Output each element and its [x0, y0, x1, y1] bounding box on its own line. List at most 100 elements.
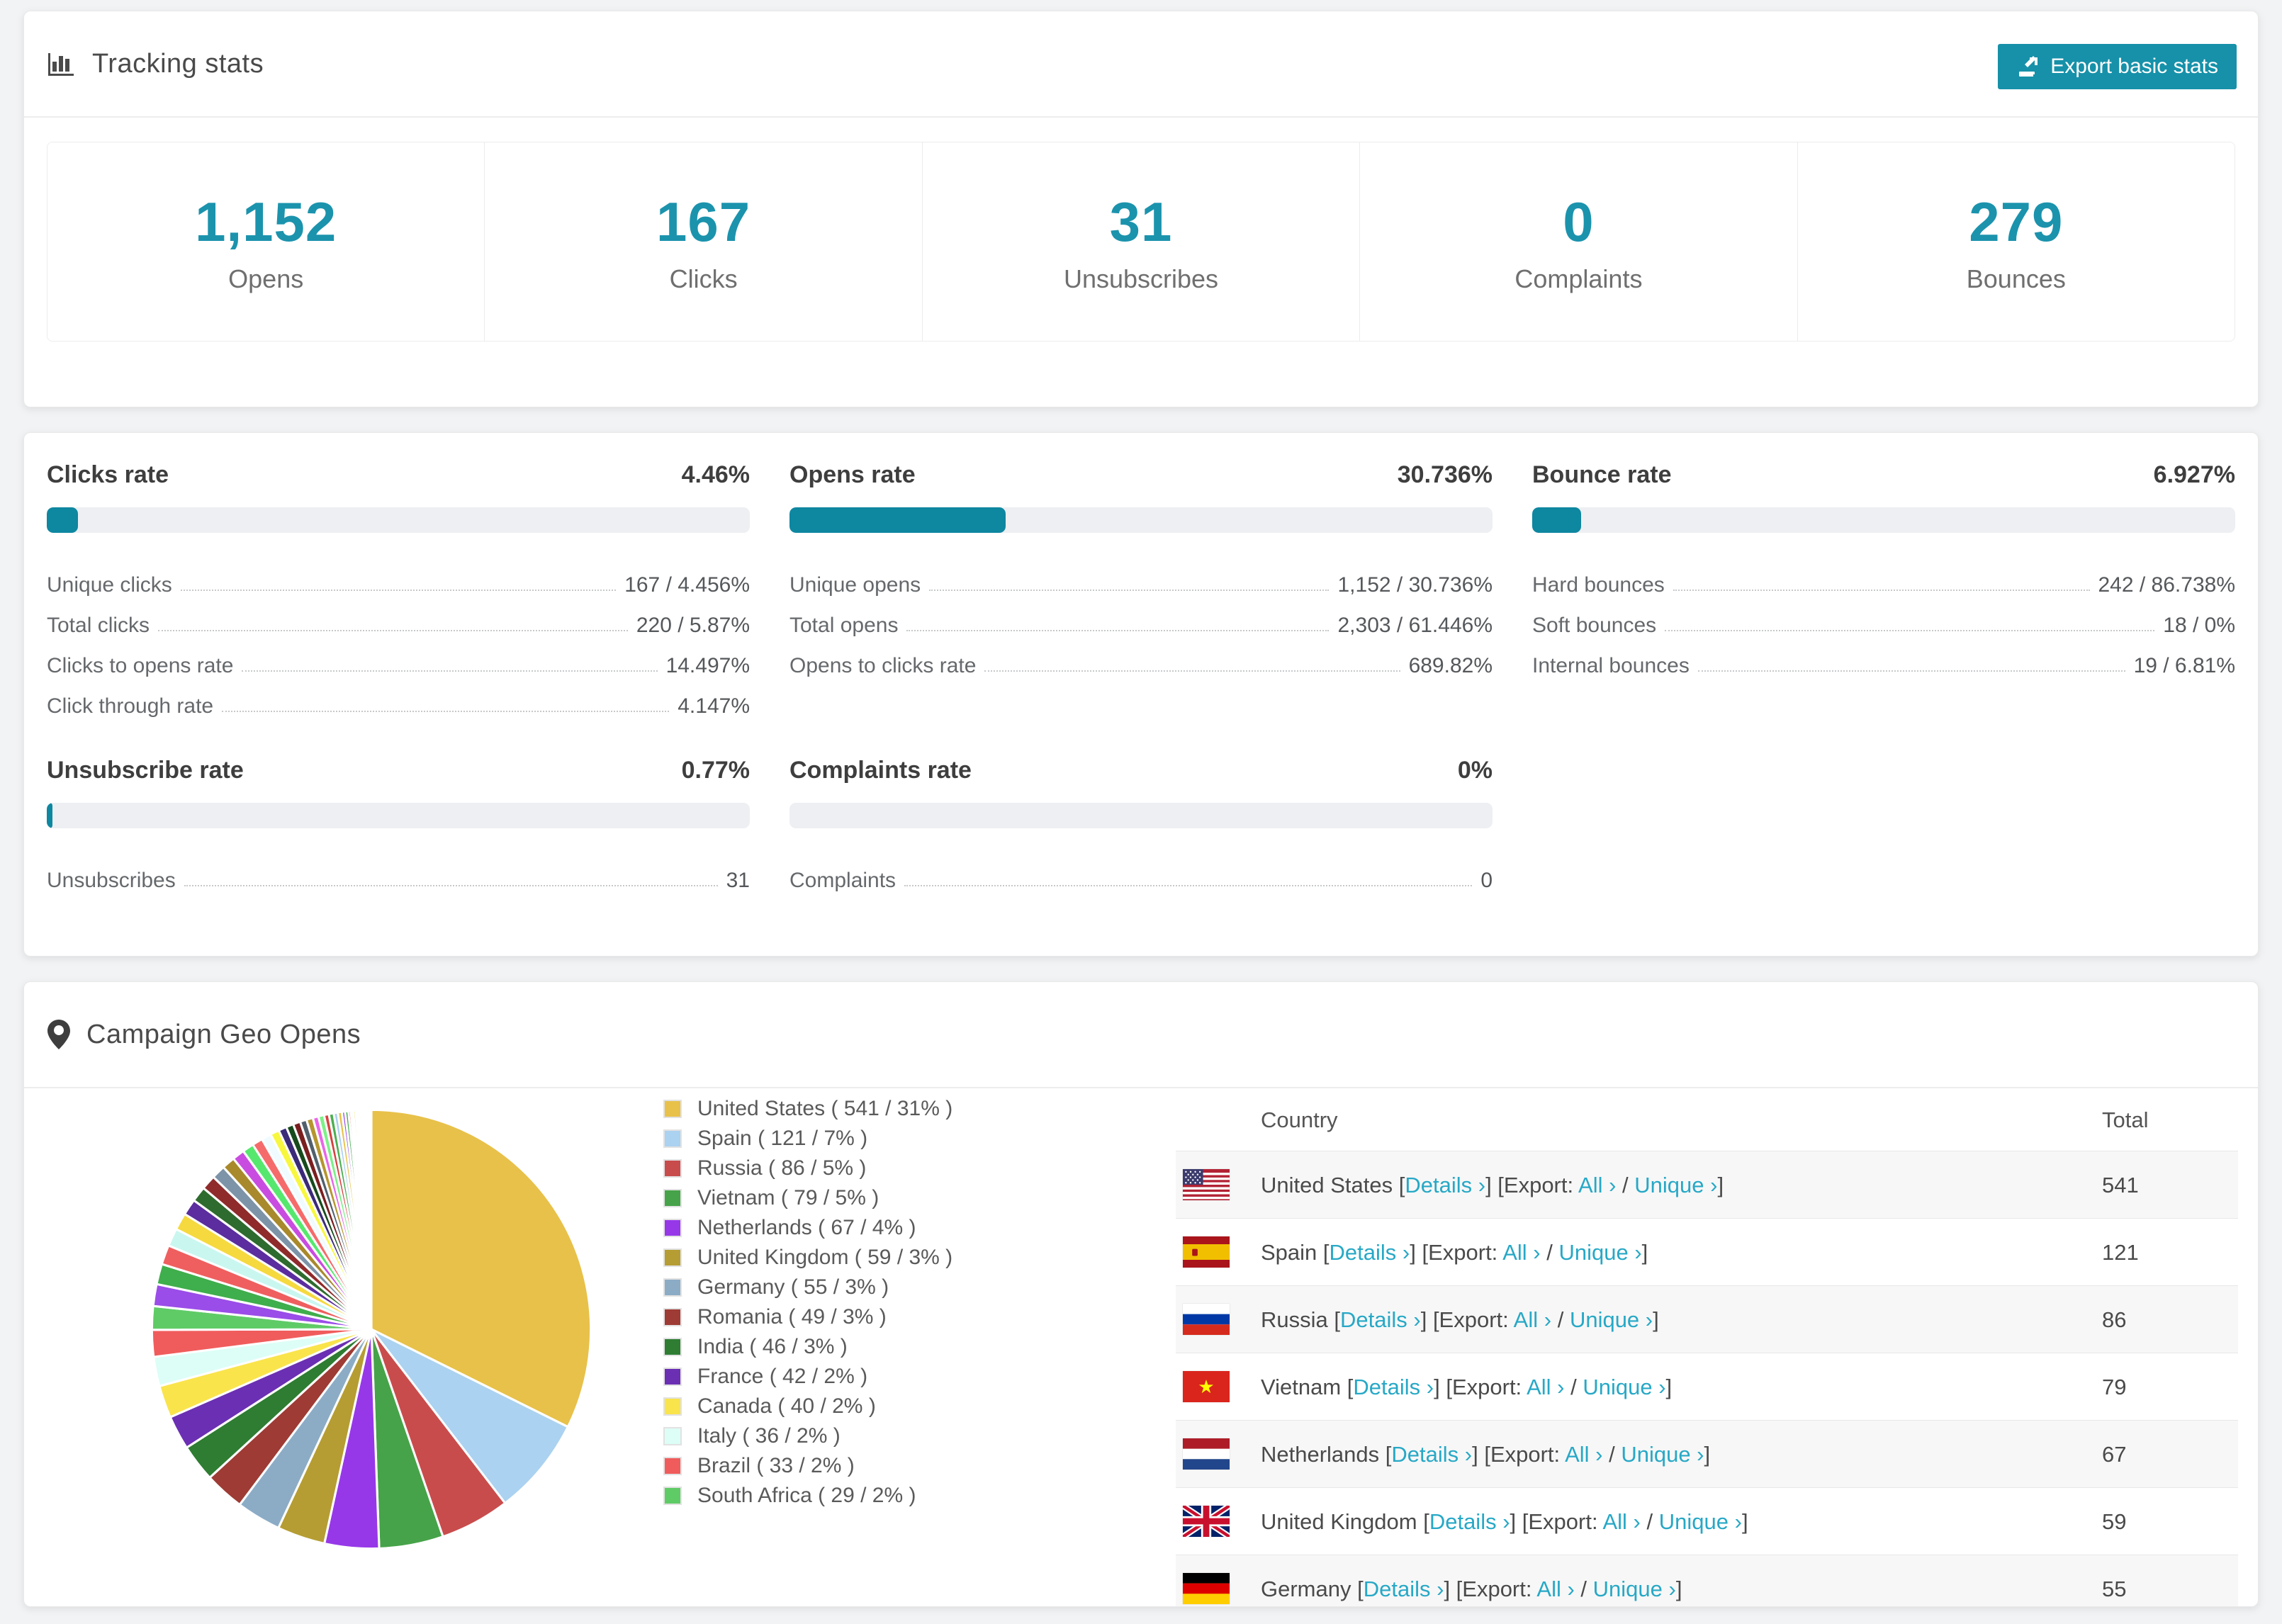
clicks-rate-title: Clicks rate — [47, 461, 169, 488]
complaints-count: 0 — [1563, 190, 1595, 253]
details-link[interactable]: Details › — [1330, 1240, 1410, 1265]
table-row-vietnam: Vietnam [Details ›] [Export: All › / Uni… — [1176, 1353, 2238, 1420]
stat-clicks: 167 Clicks — [485, 142, 923, 341]
legend-swatch — [663, 1457, 682, 1475]
campaign-geo-opens-panel: Campaign Geo Opens United States ( 541 /… — [23, 981, 2259, 1607]
detail-value: 242 / 86.738% — [2098, 573, 2236, 597]
clicks-label: Clicks — [669, 264, 738, 293]
legend-item: United Kingdom ( 59 / 3% ) — [663, 1243, 952, 1273]
detail-value: 2,303 / 61.446% — [1337, 614, 1493, 637]
dotted-leader — [184, 885, 718, 886]
bounce-rate-progressbar — [1532, 507, 2235, 533]
export-all-link[interactable]: All › — [1578, 1173, 1616, 1197]
dotted-leader — [904, 885, 1473, 886]
legend-label: United States ( 541 / 31% ) — [697, 1097, 953, 1120]
detail-label: Unsubscribes — [47, 869, 176, 892]
dotted-leader — [1697, 670, 2125, 672]
country-name: Spain — [1261, 1240, 1317, 1265]
unsubscribes-count: 31 — [1109, 190, 1173, 253]
country-name: Netherlands — [1261, 1442, 1380, 1467]
legend-label: Italy ( 36 / 2% ) — [697, 1424, 841, 1448]
export-all-link[interactable]: All › — [1514, 1307, 1551, 1332]
export-unique-link[interactable]: Unique › — [1583, 1375, 1665, 1399]
dotted-leader — [158, 630, 628, 631]
export-unique-link[interactable]: Unique › — [1593, 1577, 1676, 1601]
russia-flag-icon — [1183, 1304, 1230, 1335]
export-icon — [2016, 55, 2040, 79]
bounce-rate-title: Bounce rate — [1532, 461, 1672, 488]
legend-label: Netherlands ( 67 / 4% ) — [697, 1216, 916, 1239]
dotted-leader — [1673, 590, 2090, 591]
stat-complaints: 0 Complaints — [1360, 142, 1798, 341]
legend-item: Germany ( 55 / 3% ) — [663, 1273, 952, 1302]
complaints-rate-title: Complaints rate — [789, 757, 972, 784]
export-unique-link[interactable]: Unique › — [1634, 1173, 1717, 1197]
total-value: 67 — [2102, 1442, 2127, 1467]
table-row-united-kingdom: United Kingdom [Details ›] [Export: All … — [1176, 1487, 2238, 1555]
opens-label: Opens — [228, 264, 304, 293]
export-all-link[interactable]: All › — [1502, 1240, 1540, 1265]
opens-rate-block: Opens rate 30.736% Unique opens 1,152 / 3… — [789, 461, 1493, 718]
legend-item: Vietnam ( 79 / 5% ) — [663, 1183, 952, 1213]
legend-swatch — [663, 1308, 682, 1326]
export-unique-link[interactable]: Unique › — [1558, 1240, 1641, 1265]
total-value: 59 — [2102, 1509, 2127, 1534]
export-all-link[interactable]: All › — [1565, 1442, 1602, 1467]
detail-label: Total opens — [789, 614, 899, 637]
legend-label: Germany ( 55 / 3% ) — [697, 1275, 889, 1299]
detail-value: 689.82% — [1408, 654, 1493, 677]
total-column-header: Total — [2102, 1107, 2149, 1132]
table-row-spain: Spain [Details ›] [Export: All › / Uniqu… — [1176, 1218, 2238, 1285]
country-name: United States — [1261, 1173, 1393, 1197]
export-all-link[interactable]: All › — [1527, 1375, 1564, 1399]
detail-label: Internal bounces — [1532, 654, 1690, 677]
legend-label: Canada ( 40 / 2% ) — [697, 1394, 876, 1418]
united-kingdom-flag-icon — [1183, 1506, 1230, 1537]
details-link[interactable]: Details › — [1391, 1442, 1472, 1467]
map-pin-icon — [47, 1019, 71, 1050]
details-link[interactable]: Details › — [1340, 1307, 1421, 1332]
tracking-stats-header: Tracking stats Export basic stats — [24, 11, 2258, 118]
legend-label: South Africa ( 29 / 2% ) — [697, 1484, 916, 1507]
rates-panel: Clicks rate 4.46% Unique clicks 167 / 4.4… — [23, 432, 2259, 957]
country-name: Russia — [1261, 1307, 1328, 1332]
geo-pie-chart — [150, 1108, 592, 1550]
bounce-rate-block: Bounce rate 6.927% Hard bounces 242 / 86.… — [1532, 461, 2235, 718]
geo-opens-table: Country Total United States [Details ›] … — [1176, 1085, 2238, 1606]
detail-value: 220 / 5.87% — [636, 614, 750, 637]
clicks-rate-block: Clicks rate 4.46% Unique clicks 167 / 4.4… — [47, 461, 750, 718]
legend-label: Russia ( 86 / 5% ) — [697, 1156, 867, 1180]
export-unique-link[interactable]: Unique › — [1621, 1442, 1704, 1467]
complaints-rate-value: 0% — [1457, 757, 1493, 784]
details-link[interactable]: Details › — [1353, 1375, 1434, 1399]
unsubscribes-label: Unsubscribes — [1063, 264, 1219, 293]
export-unique-link[interactable]: Unique › — [1659, 1509, 1742, 1534]
total-value: 79 — [2102, 1375, 2127, 1399]
details-link[interactable]: Details › — [1429, 1509, 1510, 1534]
legend-swatch — [663, 1278, 682, 1297]
legend-item: United States ( 541 / 31% ) — [663, 1094, 952, 1124]
export-unique-link[interactable]: Unique › — [1570, 1307, 1653, 1332]
germany-flag-icon — [1183, 1573, 1230, 1604]
detail-label: Hard bounces — [1532, 573, 1665, 597]
opens-count: 1,152 — [195, 190, 337, 253]
legend-label: United Kingdom ( 59 / 3% ) — [697, 1246, 953, 1269]
detail-label: Clicks to opens rate — [47, 654, 234, 677]
dotted-leader — [180, 590, 617, 591]
table-row-netherlands: Netherlands [Details ›] [Export: All › /… — [1176, 1420, 2238, 1487]
total-value: 86 — [2102, 1307, 2127, 1332]
dotted-leader — [929, 590, 1330, 591]
dotted-leader — [242, 670, 658, 672]
table-row-united-states: United States [Details ›] [Export: All ›… — [1176, 1151, 2238, 1218]
export-basic-stats-button[interactable]: Export basic stats — [1998, 44, 2237, 89]
complaints-label: Complaints — [1514, 264, 1643, 293]
details-link[interactable]: Details › — [1405, 1173, 1485, 1197]
detail-value: 167 / 4.456% — [624, 573, 750, 597]
legend-swatch — [663, 1427, 682, 1445]
details-link[interactable]: Details › — [1364, 1577, 1444, 1601]
export-all-link[interactable]: All › — [1602, 1509, 1640, 1534]
legend-label: Vietnam ( 79 / 5% ) — [697, 1186, 879, 1209]
total-value: 541 — [2102, 1173, 2139, 1197]
export-all-link[interactable]: All › — [1536, 1577, 1574, 1601]
detail-label: Total clicks — [47, 614, 150, 637]
